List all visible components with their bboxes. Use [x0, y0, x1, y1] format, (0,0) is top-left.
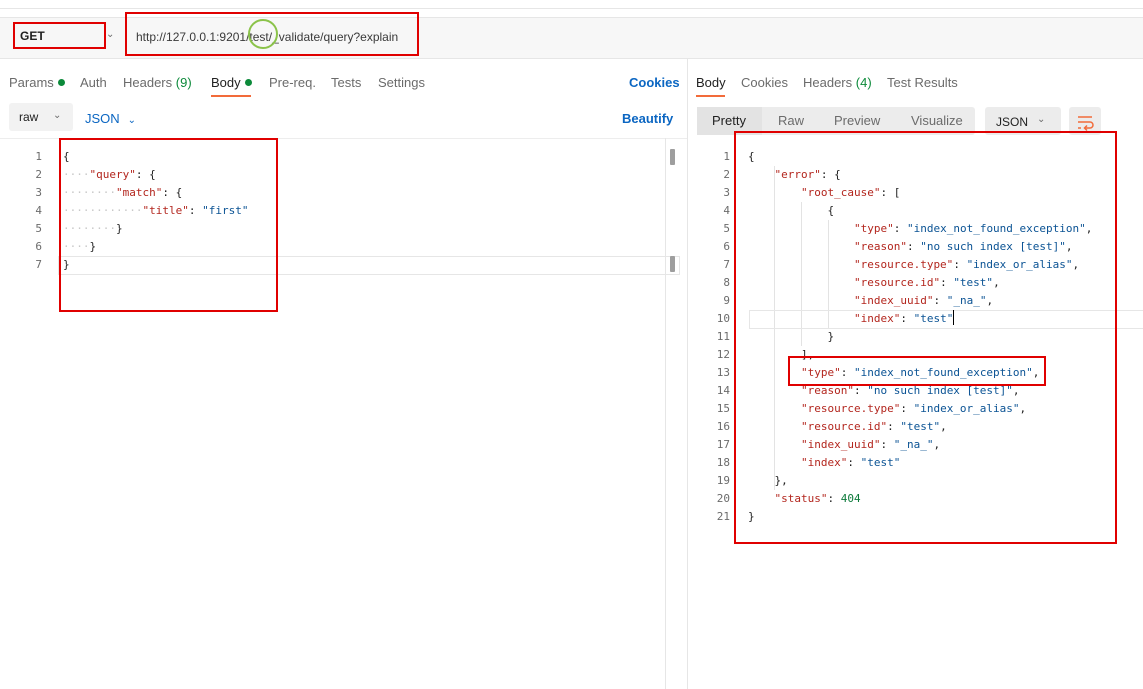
response-body-highlight-box	[734, 131, 1117, 544]
line-number: 1	[35, 150, 42, 163]
chevron-down-icon: ⌄	[1037, 114, 1046, 125]
request-line-numbers: 1 2 3 4 5 6 7	[12, 148, 42, 274]
line-number: 5	[723, 222, 730, 235]
line-number: 16	[716, 420, 730, 433]
response-headers-count: (4)	[855, 75, 872, 90]
tab-response-headers-label: Headers	[803, 75, 853, 90]
body-status-dot	[244, 79, 252, 86]
view-visualize-tab[interactable]: Visualize	[911, 113, 963, 128]
body-language-value: JSON	[85, 111, 120, 126]
tab-test-results[interactable]: Test Results	[887, 75, 958, 90]
line-number: 7	[723, 258, 730, 271]
pane-divider[interactable]	[687, 58, 688, 689]
line-number: 4	[723, 204, 730, 217]
error-type-highlight-box	[788, 356, 1046, 386]
view-raw-tab[interactable]: Raw	[778, 113, 804, 128]
tab-response-body[interactable]: Body	[696, 75, 726, 90]
line-number: 2	[723, 168, 730, 181]
line-number: 21	[716, 510, 730, 523]
line-number: 7	[35, 258, 42, 271]
body-language-select[interactable]: JSON ⌄	[85, 111, 136, 126]
line-number: 17	[716, 438, 730, 451]
line-number: 13	[716, 366, 730, 379]
tab-headers[interactable]: Headers (9)	[123, 75, 192, 90]
editor-scrollbar[interactable]	[670, 149, 675, 165]
line-number: 20	[716, 492, 730, 505]
line-number: 3	[723, 186, 730, 199]
chevron-down-icon: ⌄	[53, 110, 62, 121]
params-status-dot	[57, 79, 65, 86]
view-preview-tab[interactable]: Preview	[834, 113, 880, 128]
tab-body-label: Body	[211, 75, 241, 90]
line-number: 12	[716, 348, 730, 361]
line-number: 3	[35, 186, 42, 199]
tab-body-underline	[211, 95, 251, 97]
line-number: 14	[716, 384, 730, 397]
tab-params-label: Params	[9, 75, 54, 90]
line-number: 1	[723, 150, 730, 163]
method-highlight-box	[13, 22, 106, 49]
response-line-numbers: 1 2 3 4 5 6 7 8 9 10 11 12 13 14 15 16 1…	[700, 148, 730, 526]
url-path-highlight-circle	[248, 19, 278, 49]
top-divider	[0, 8, 1143, 9]
chevron-down-icon: ⌄	[127, 115, 137, 126]
tab-response-headers[interactable]: Headers (4)	[803, 75, 872, 90]
tab-params[interactable]: Params	[9, 75, 65, 90]
beautify-button[interactable]: Beautify	[622, 111, 673, 126]
tab-response-cookies[interactable]: Cookies	[741, 75, 788, 90]
body-mode-select[interactable]: raw ⌄	[9, 103, 73, 131]
tab-prereq[interactable]: Pre-req.	[269, 75, 316, 90]
line-number: 10	[716, 312, 730, 325]
chevron-down-icon[interactable]: ⌄	[106, 29, 114, 40]
request-body-highlight-box	[59, 138, 278, 312]
line-number: 9	[723, 294, 730, 307]
line-number: 4	[35, 204, 42, 217]
line-number: 6	[35, 240, 42, 253]
cookies-link[interactable]: Cookies	[629, 75, 680, 90]
line-number: 2	[35, 168, 42, 181]
line-number: 18	[716, 456, 730, 469]
tab-auth[interactable]: Auth	[80, 75, 107, 90]
tab-headers-label: Headers	[123, 75, 173, 90]
line-number: 11	[716, 330, 730, 343]
tab-response-body-underline	[696, 95, 725, 97]
line-number: 6	[723, 240, 730, 253]
line-number: 15	[716, 402, 730, 415]
line-number: 5	[35, 222, 42, 235]
response-format-value: JSON	[996, 115, 1029, 129]
line-number: 8	[723, 276, 730, 289]
view-pretty-tab[interactable]: Pretty	[712, 113, 746, 128]
tab-body[interactable]: Body	[211, 75, 252, 90]
line-number: 19	[716, 474, 730, 487]
editor-scrollbar-marker	[670, 256, 675, 272]
tab-tests[interactable]: Tests	[331, 75, 361, 90]
editor-scroll-track	[665, 138, 666, 689]
tab-settings[interactable]: Settings	[378, 75, 425, 90]
body-mode-value: raw	[19, 110, 39, 124]
headers-count: (9)	[175, 75, 192, 90]
